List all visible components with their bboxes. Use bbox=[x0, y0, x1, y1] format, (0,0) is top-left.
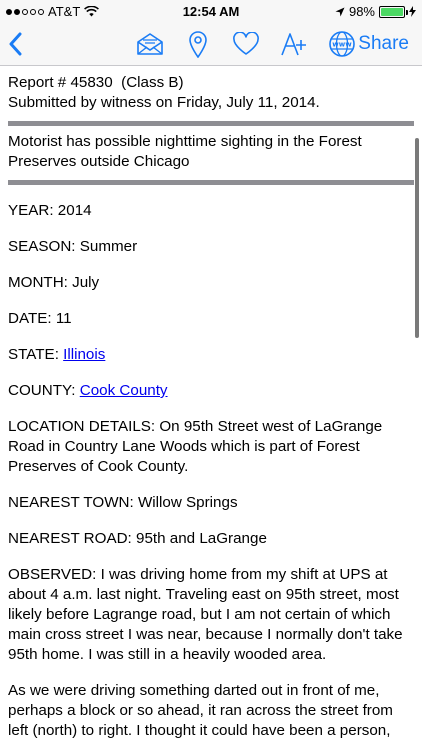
report-content[interactable]: Report # 45830 (Class B) Submitted by wi… bbox=[0, 66, 422, 750]
state-label: STATE: bbox=[8, 346, 64, 363]
report-summary: Motorist has possible nighttime sighting… bbox=[8, 133, 362, 170]
status-bar: AT&T 12:54 AM 98% bbox=[0, 0, 422, 22]
globe-www-icon: www bbox=[329, 31, 355, 57]
email-button[interactable] bbox=[134, 28, 166, 60]
back-button[interactable] bbox=[8, 30, 32, 58]
svg-text:www: www bbox=[332, 41, 352, 49]
battery-icon bbox=[379, 5, 408, 18]
battery-percent: 98% bbox=[348, 4, 375, 19]
heart-icon bbox=[233, 32, 259, 55]
year-field: YEAR: 2014 bbox=[8, 202, 92, 219]
month-field: MONTH: July bbox=[8, 274, 100, 291]
status-right-group: 98% bbox=[335, 4, 416, 19]
font-size-icon bbox=[281, 33, 306, 56]
date-field: DATE: 11 bbox=[8, 310, 72, 327]
favorite-button[interactable] bbox=[230, 28, 262, 60]
battery-level bbox=[381, 7, 403, 16]
location-details: LOCATION DETAILS: On 95th Street west of… bbox=[8, 418, 383, 475]
font-size-button[interactable] bbox=[278, 28, 310, 60]
back-chevron-icon bbox=[9, 32, 22, 56]
county-link[interactable]: Cook County bbox=[80, 382, 168, 399]
charging-bolt-icon bbox=[409, 6, 416, 17]
state-link[interactable]: Illinois bbox=[63, 346, 105, 363]
report-header: Report # 45830 (Class B) Submitted by wi… bbox=[8, 73, 414, 113]
report-number: Report # 45830 (Class B) bbox=[8, 74, 184, 91]
mail-icon bbox=[137, 33, 163, 55]
state-field: STATE: Illinois bbox=[8, 345, 414, 365]
report-body: Report # 45830 (Class B) Submitted by wi… bbox=[0, 66, 422, 741]
nearest-town: NEAREST TOWN: Willow Springs bbox=[8, 494, 238, 511]
submitted-line: Submitted by witness on Friday, July 11,… bbox=[8, 94, 320, 111]
divider bbox=[8, 180, 414, 185]
county-label: COUNTY: bbox=[8, 382, 80, 399]
scrollbar[interactable] bbox=[415, 138, 419, 338]
observed-continued: As we were driving something darted out … bbox=[8, 682, 393, 739]
navigation-bar: www Share bbox=[0, 22, 422, 66]
nearest-road: NEAREST ROAD: 95th and LaGrange bbox=[8, 530, 267, 547]
county-field: COUNTY: Cook County bbox=[8, 381, 414, 401]
toolbar-icons: www bbox=[134, 28, 358, 60]
share-button[interactable]: Share bbox=[358, 33, 409, 55]
divider bbox=[8, 121, 414, 126]
season-field: SEASON: Summer bbox=[8, 238, 138, 255]
observed-paragraph: OBSERVED: I was driving home from my shi… bbox=[8, 566, 403, 663]
map-pin-icon bbox=[189, 31, 207, 58]
map-button[interactable] bbox=[182, 28, 214, 60]
web-button[interactable]: www bbox=[326, 28, 358, 60]
location-arrow-icon bbox=[335, 7, 345, 16]
